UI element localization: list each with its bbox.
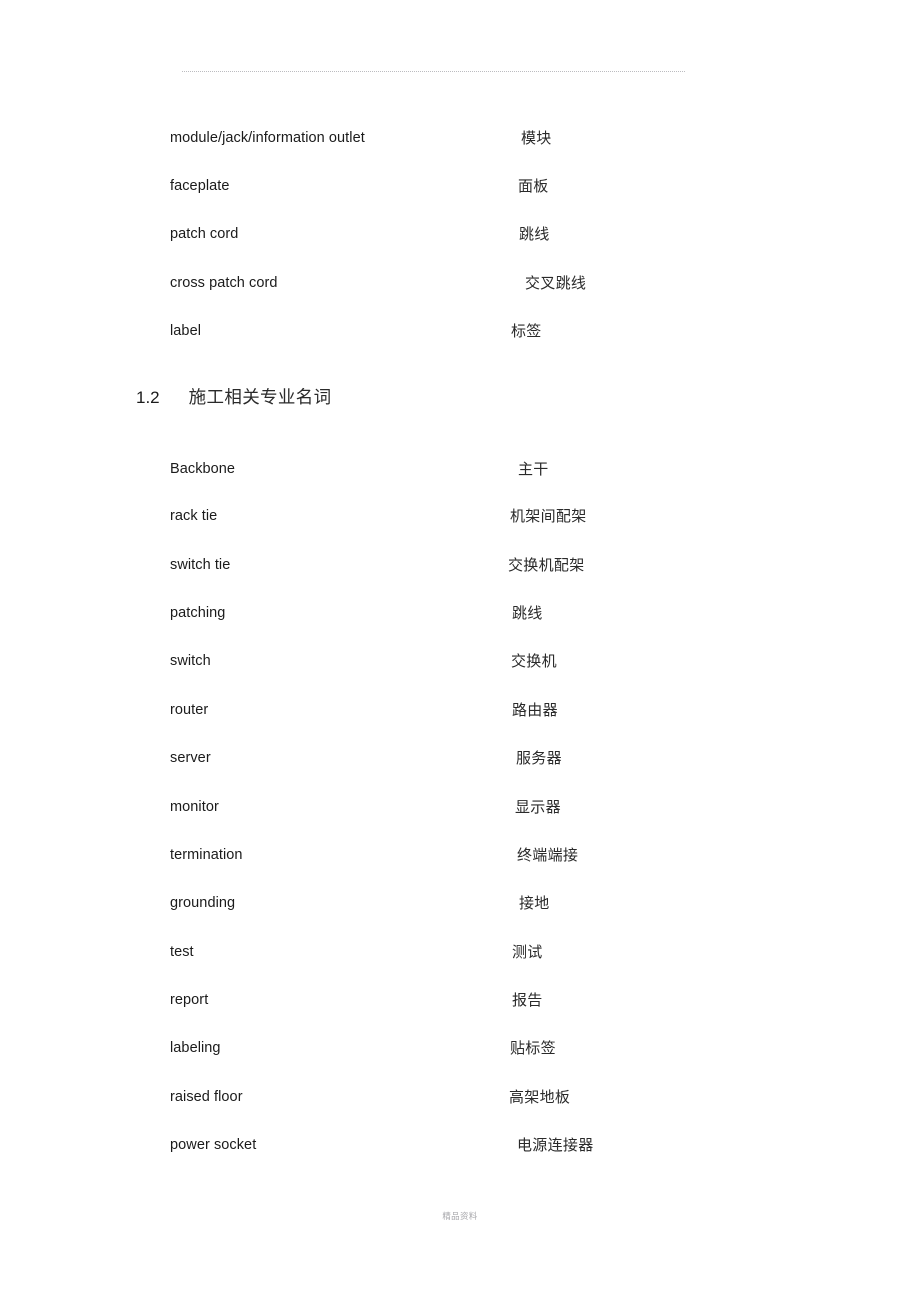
glossary-row: server 服务器 — [0, 748, 920, 770]
glossary-term-en: module/jack/information outlet — [170, 130, 365, 146]
glossary-row: Backbone 主干 — [0, 459, 920, 481]
glossary-term-zh: 接地 — [519, 894, 550, 912]
glossary-term-zh: 服务器 — [516, 749, 562, 767]
glossary-term-en: Backbone — [170, 461, 236, 477]
glossary-term-zh: 交叉跳线 — [525, 274, 587, 292]
glossary-row: label 标签 — [0, 321, 920, 343]
glossary-term-zh: 测试 — [512, 943, 543, 961]
glossary-row: patch cord 跳线 — [0, 224, 920, 246]
glossary-term-en: test — [170, 944, 194, 960]
glossary-row: module/jack/information outlet 模块 — [0, 128, 920, 150]
glossary-row: monitor 显示器 — [0, 797, 920, 819]
glossary-row: router 路由器 — [0, 700, 920, 722]
glossary-term-zh: 跳线 — [512, 604, 543, 622]
glossary-row: power socket 电源连接器 — [0, 1135, 920, 1157]
glossary-row: rack tie 机架间配架 — [0, 506, 920, 528]
glossary-term-en: monitor — [170, 799, 219, 815]
glossary-term-en: raised floor — [170, 1089, 243, 1105]
glossary-term-en: patching — [170, 605, 226, 621]
glossary-term-en: labeling — [170, 1040, 221, 1056]
glossary-row: patching 跳线 — [0, 603, 920, 625]
glossary-term-zh: 显示器 — [515, 798, 561, 816]
glossary-term-en: report — [170, 992, 209, 1008]
glossary-row: test 测试 — [0, 942, 920, 964]
section-title: 施工相关专业名词 — [188, 388, 332, 408]
glossary-term-zh: 路由器 — [512, 701, 558, 719]
glossary-term-zh: 终端端接 — [517, 846, 579, 864]
glossary-term-zh: 贴标签 — [510, 1039, 556, 1057]
glossary-row: grounding 接地 — [0, 893, 920, 915]
glossary-term-en: server — [170, 750, 211, 766]
section-number: 1.2 — [136, 388, 160, 407]
glossary-term-zh: 机架间配架 — [510, 507, 587, 525]
glossary-term-zh: 模块 — [521, 129, 552, 147]
glossary-row: faceplate 面板 — [0, 176, 920, 198]
glossary-term-en: switch — [170, 653, 211, 669]
glossary-term-en: rack tie — [170, 508, 218, 524]
glossary-row: raised floor 高架地板 — [0, 1087, 920, 1109]
glossary-term-zh: 高架地板 — [509, 1088, 571, 1106]
glossary-term-zh: 报告 — [512, 991, 543, 1009]
glossary-term-zh: 电源连接器 — [517, 1136, 594, 1154]
glossary-row: switch 交换机 — [0, 651, 920, 673]
glossary-term-en: faceplate — [170, 178, 230, 194]
glossary-term-zh: 交换机配架 — [508, 556, 585, 574]
glossary-term-zh: 跳线 — [519, 225, 550, 243]
glossary-row: termination 终端端接 — [0, 845, 920, 867]
glossary-row: labeling 贴标签 — [0, 1038, 920, 1060]
header-divider-line — [182, 71, 685, 73]
glossary-term-en: router — [170, 702, 209, 718]
glossary-term-en: label — [170, 323, 201, 339]
document-page: module/jack/information outlet 模块 faceplat… — [0, 0, 920, 1303]
glossary-term-zh: 面板 — [518, 177, 549, 195]
glossary-term-zh: 标签 — [511, 322, 542, 340]
glossary-row: cross patch cord 交叉跳线 — [0, 273, 920, 295]
glossary-term-en: patch cord — [170, 226, 239, 242]
glossary-row: report 报告 — [0, 990, 920, 1012]
footer-watermark: 精品资料 — [442, 1212, 478, 1222]
glossary-term-en: power socket — [170, 1137, 257, 1153]
glossary-term-en: switch tie — [170, 557, 231, 573]
glossary-term-en: cross patch cord — [170, 275, 278, 291]
glossary-term-en: termination — [170, 847, 243, 863]
glossary-row: switch tie 交换机配架 — [0, 555, 920, 577]
glossary-term-zh: 交换机 — [511, 652, 557, 670]
glossary-term-en: grounding — [170, 895, 236, 911]
glossary-term-zh: 主干 — [518, 460, 549, 478]
section-heading-1-2: 1.2 施工相关专业名词 — [136, 386, 331, 412]
